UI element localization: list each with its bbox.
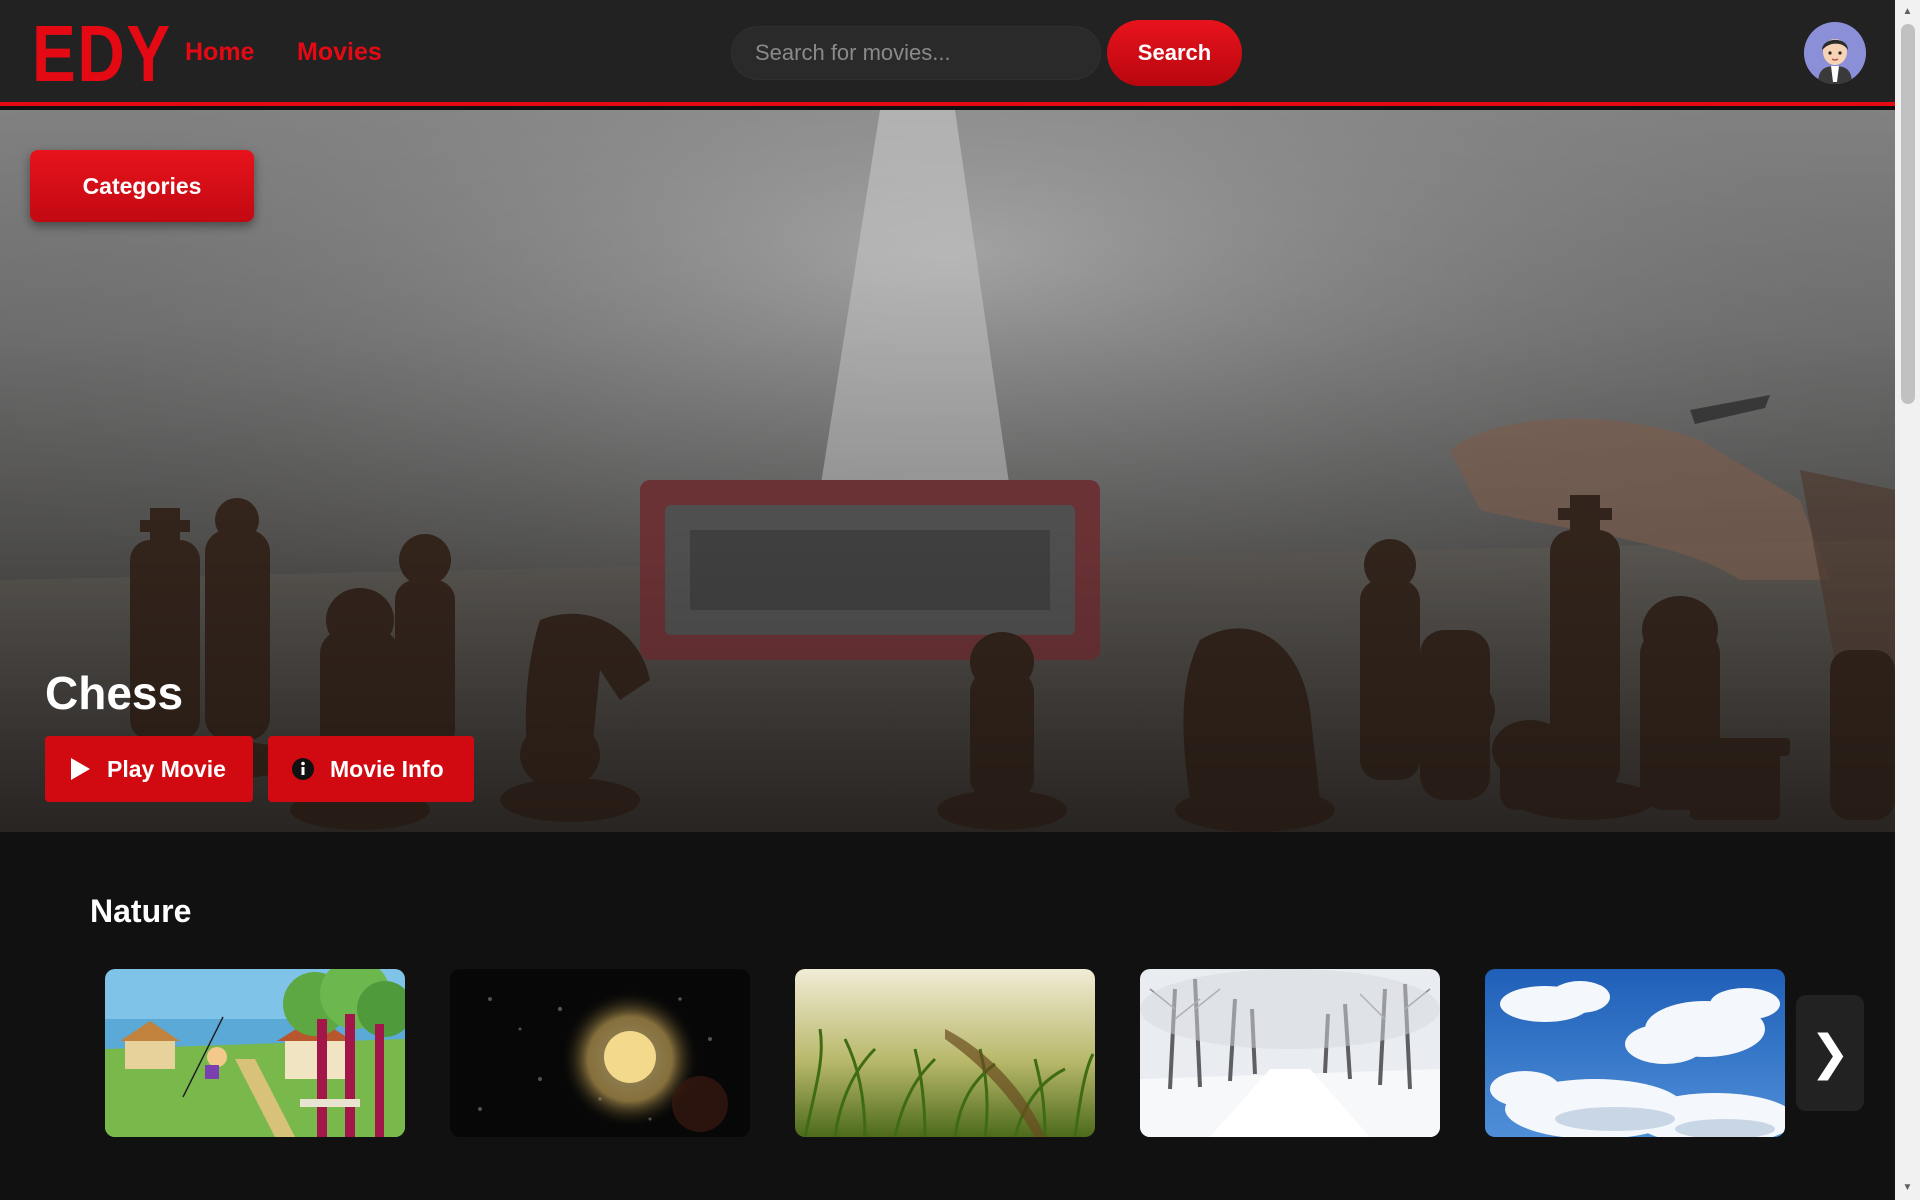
scroll-up-arrow-icon[interactable]: ▲ (1895, 2, 1920, 22)
nav-movies-link[interactable]: Movies (297, 38, 382, 67)
categories-button[interactable]: Categories (30, 150, 254, 222)
movie-thumbnail[interactable] (450, 969, 750, 1137)
top-navbar: EDY Home Movies Search (0, 0, 1895, 106)
logo[interactable]: EDY (32, 14, 172, 94)
hero-movie-title: Chess (45, 667, 184, 719)
play-icon (67, 756, 93, 782)
sky-clouds-thumbnail-image (1485, 969, 1785, 1137)
movie-thumbnail[interactable] (1485, 969, 1785, 1137)
grass-thumbnail-image (795, 969, 1095, 1137)
page: EDY Home Movies Search for movies... Sea… (0, 0, 1895, 1200)
hero-overlay (0, 110, 1895, 832)
search-bar: Search (731, 20, 1242, 86)
cartoon-park-thumbnail-image (105, 969, 405, 1137)
search-button[interactable]: Search (1107, 20, 1242, 86)
movie-thumbnail[interactable] (105, 969, 405, 1137)
search-input[interactable] (731, 26, 1101, 80)
movie-thumbnail[interactable] (1140, 969, 1440, 1137)
movie-info-button[interactable]: Movie Info (268, 736, 474, 802)
scroll-down-arrow-icon[interactable]: ▼ (1895, 1178, 1920, 1198)
nav-home-link[interactable]: Home (185, 38, 254, 67)
user-avatar-icon[interactable] (1804, 22, 1866, 84)
chevron-right-icon: ❯ (1809, 1025, 1851, 1081)
play-movie-label: Play Movie (107, 755, 226, 782)
movie-info-label: Movie Info (330, 755, 444, 782)
movie-thumbnail[interactable] (795, 969, 1095, 1137)
snowy-road-thumbnail-image (1140, 969, 1440, 1137)
rain-window-thumbnail-image (450, 969, 750, 1137)
hero-banner: Categories Chess Play Movie Movie Info (0, 110, 1895, 832)
row-next-button[interactable]: ❯ (1796, 995, 1864, 1111)
scrollbar-thumb[interactable] (1901, 24, 1915, 404)
play-movie-button[interactable]: Play Movie (45, 736, 253, 802)
info-icon (290, 756, 316, 782)
row-title-nature: Nature (90, 893, 192, 929)
page-scrollbar[interactable]: ▲ ▼ (1895, 0, 1920, 1200)
